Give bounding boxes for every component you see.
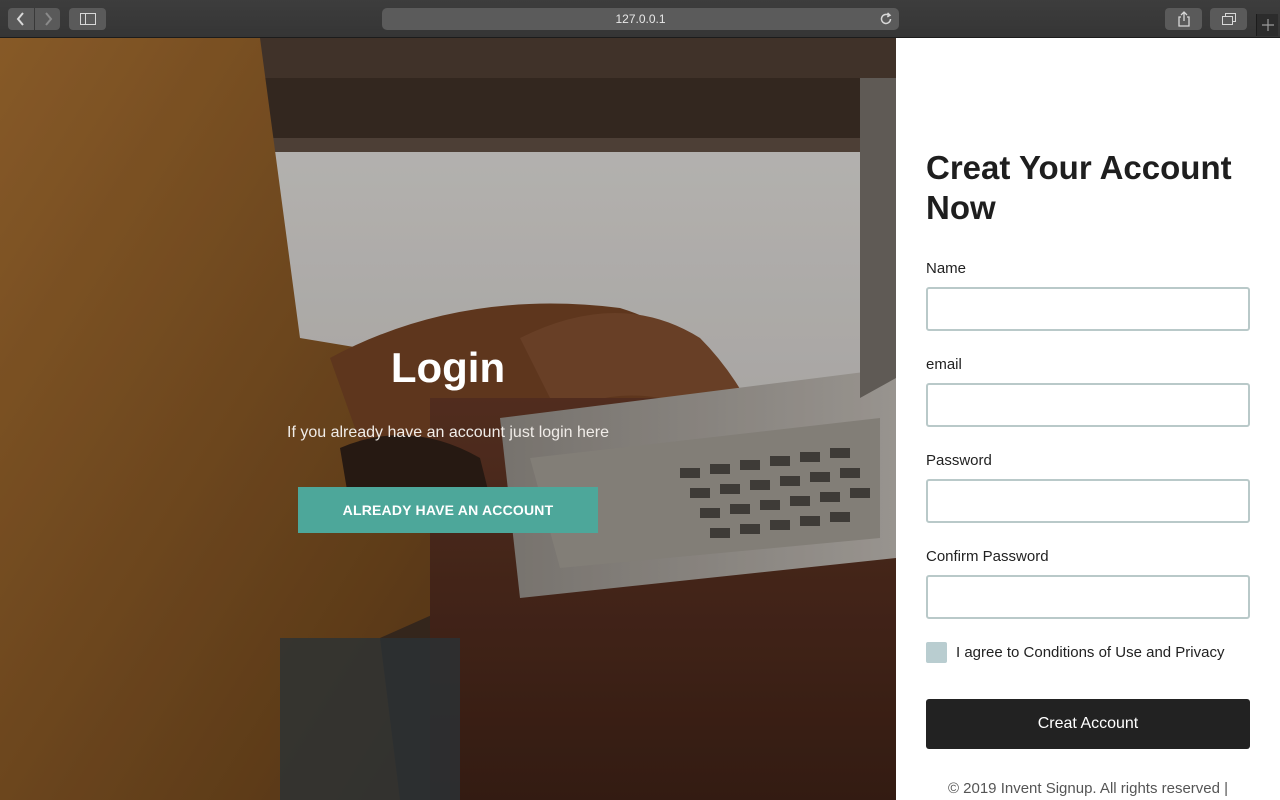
login-subtitle: If you already have an account just logi… — [287, 424, 609, 441]
email-input[interactable] — [926, 383, 1250, 427]
login-heading: Login — [390, 344, 506, 391]
terms-agreement: I agree to Conditions of Use and Privacy — [926, 642, 1224, 663]
new-tab-button[interactable] — [1256, 14, 1278, 36]
confirm-password-input[interactable] — [926, 575, 1250, 619]
email-label: email — [926, 356, 962, 373]
copyright-footer: © 2019 Invent Signup. All rights reserve… — [947, 780, 1229, 797]
password-input[interactable] — [926, 479, 1250, 523]
forward-button[interactable] — [35, 8, 60, 30]
confirm-password-label: Confirm Password — [926, 548, 1049, 565]
chevron-left-icon — [16, 12, 24, 26]
back-button[interactable] — [8, 8, 34, 30]
share-icon — [1177, 11, 1190, 27]
show-tabs-button[interactable] — [1210, 8, 1247, 30]
share-button[interactable] — [1165, 8, 1202, 30]
plus-icon — [1261, 19, 1274, 31]
browser-toolbar: 127.0.0.1 — [0, 0, 1280, 38]
password-label: Password — [926, 452, 992, 469]
tabs-icon — [1221, 13, 1236, 25]
signup-panel: Creat Your Account Now Name email Passwo… — [896, 38, 1280, 800]
reload-icon[interactable] — [879, 12, 893, 26]
sidebar-toggle-button[interactable] — [69, 8, 106, 30]
terms-checkbox[interactable] — [926, 642, 947, 663]
create-account-button[interactable]: Creat Account — [926, 699, 1250, 749]
chevron-right-icon — [44, 12, 52, 26]
terms-label: I agree to Conditions of Use and Privacy — [956, 644, 1225, 661]
login-hero: Login If you already have an account jus… — [0, 38, 896, 800]
already-have-account-button[interactable]: ALREADY HAVE AN ACCOUNT — [298, 487, 598, 533]
url-text: 127.0.0.1 — [615, 12, 666, 26]
address-bar[interactable]: 127.0.0.1 — [382, 8, 899, 30]
sidebar-icon — [79, 13, 96, 25]
name-label: Name — [926, 260, 967, 277]
name-input[interactable] — [926, 287, 1250, 331]
signup-heading: Creat Your Account Now — [926, 149, 1232, 226]
